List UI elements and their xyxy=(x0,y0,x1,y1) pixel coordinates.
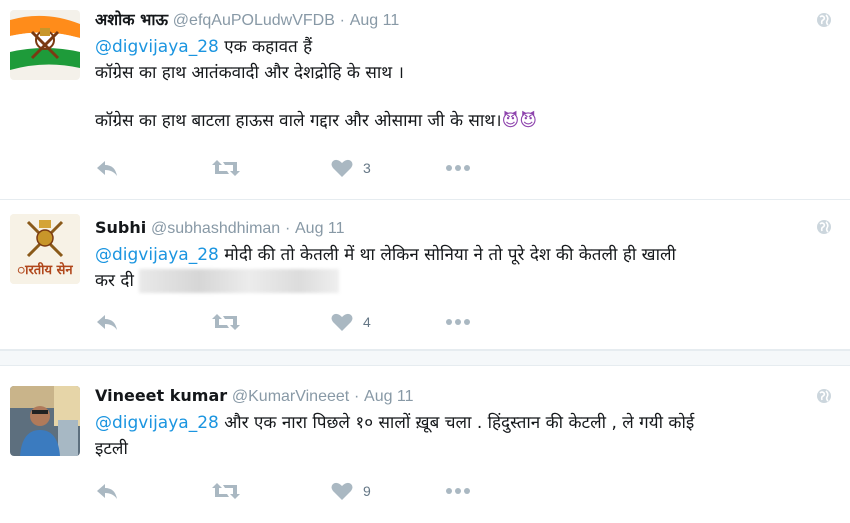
more-dots-icon xyxy=(446,165,470,171)
author-handle[interactable]: @subhashdhiman xyxy=(151,220,280,237)
redacted-text xyxy=(139,269,340,293)
mention-link[interactable]: @digvijaya_28 xyxy=(95,245,219,265)
more-button[interactable] xyxy=(445,310,471,334)
author-name[interactable]: Vineeet kumar xyxy=(95,386,227,405)
tweet-line: कॉग्रेस का हाथ बाटला हाऊस वाले गद्दार और… xyxy=(95,111,502,131)
tweet-line: एक कहावत हैं xyxy=(218,37,313,57)
tweet-line: कर दी xyxy=(95,271,134,291)
section-divider xyxy=(0,350,850,366)
tweet-line: इटली xyxy=(95,439,128,459)
heart-icon xyxy=(331,482,353,500)
indian-army-flag-emblem-icon xyxy=(10,10,80,80)
mention-link[interactable]: @digvijaya_28 xyxy=(95,413,219,433)
like-button[interactable]: 4 xyxy=(331,310,371,334)
retweet-icon xyxy=(212,483,240,499)
more-button[interactable] xyxy=(445,479,471,503)
timestamp[interactable]: Aug 11 xyxy=(295,220,345,237)
separator-dot: · xyxy=(353,388,360,405)
retweet-icon xyxy=(212,314,240,330)
like-button[interactable]: 9 xyxy=(331,479,371,503)
more-button[interactable] xyxy=(445,156,471,180)
tweet[interactable]: ारतीय सेन Subhi @subhashdhiman · Aug 11 … xyxy=(0,200,850,350)
tweet-text: @digvijaya_28 एक कहावत हैं कॉग्रेस का हा… xyxy=(95,34,820,134)
more-dots-icon xyxy=(446,488,470,494)
retweet-button[interactable] xyxy=(211,156,241,180)
tweet[interactable]: Vineeet kumar @KumarVineeet · Aug 11 @di… xyxy=(0,366,850,523)
like-count: 3 xyxy=(363,160,371,176)
like-count: 9 xyxy=(363,483,371,499)
author-name[interactable]: अशोक भाऊ xyxy=(95,10,168,29)
tweet-text: @digvijaya_28 और एक नारा पिछले १० सालों … xyxy=(95,410,820,462)
author-handle[interactable]: @KumarVineeet xyxy=(232,388,349,405)
author-name[interactable]: Subhi xyxy=(95,218,146,237)
retweet-button[interactable] xyxy=(211,479,241,503)
reply-button[interactable] xyxy=(95,156,119,180)
reply-icon xyxy=(97,484,117,499)
tweet-line: और एक नारा पिछले १० सालों ख़ूब चला . हिं… xyxy=(218,413,695,433)
like-count: 4 xyxy=(363,314,371,330)
separator-dot: · xyxy=(284,220,291,237)
tweet[interactable]: अशोक भाऊ @efqAuPOLudwVFDB · Aug 11 @digv… xyxy=(0,0,850,200)
tweet-line: कॉग्रेस का हाथ आतंकवादी और देशद्रोहि के … xyxy=(95,63,404,83)
author-handle[interactable]: @efqAuPOLudwVFDB xyxy=(173,12,335,29)
separator-dot: · xyxy=(339,12,345,29)
person-photo-icon xyxy=(10,386,80,456)
heart-icon xyxy=(331,313,353,331)
reply-button[interactable] xyxy=(95,310,119,334)
like-button[interactable]: 3 xyxy=(331,156,371,180)
more-dots-icon xyxy=(446,319,470,325)
reply-icon xyxy=(97,315,117,330)
reply-button[interactable] xyxy=(95,479,119,503)
timestamp[interactable]: Aug 11 xyxy=(364,388,414,405)
globe-icon[interactable] xyxy=(816,12,832,28)
avatar[interactable] xyxy=(10,386,80,456)
globe-icon[interactable] xyxy=(816,388,832,404)
retweet-button[interactable] xyxy=(211,310,241,334)
timestamp[interactable]: Aug 11 xyxy=(350,12,400,29)
reply-icon xyxy=(97,161,117,176)
tweet-line: मोदी की तो केतली में था लेकिन सोनिया ने … xyxy=(218,245,676,265)
emoji: 😈😈 xyxy=(501,111,538,131)
globe-icon[interactable] xyxy=(816,219,832,235)
avatar[interactable] xyxy=(10,10,80,80)
mention-link[interactable]: @digvijaya_28 xyxy=(95,37,219,57)
retweet-icon xyxy=(212,160,240,176)
avatar-caption: ारतीय सेन xyxy=(17,263,73,278)
tweet-text: @digvijaya_28 मोदी की तो केतली में था ले… xyxy=(95,242,820,294)
avatar[interactable]: ारतीय सेन xyxy=(10,214,80,284)
heart-icon xyxy=(331,159,353,177)
